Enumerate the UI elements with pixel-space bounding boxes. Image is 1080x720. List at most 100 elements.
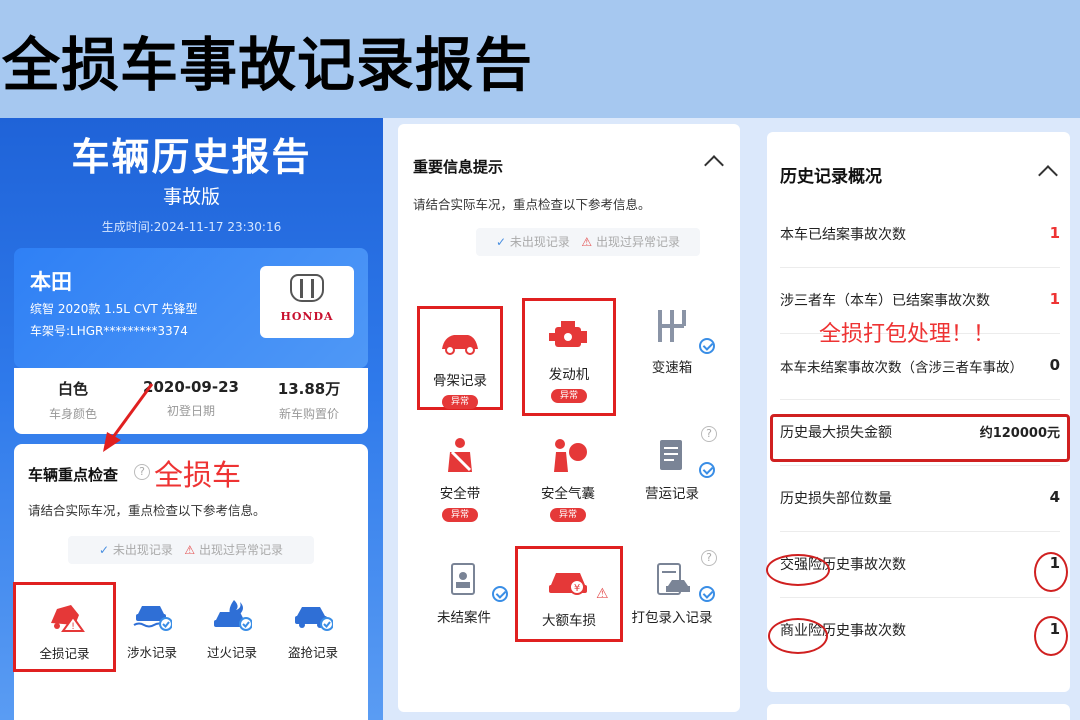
history-row-label: 本车未结案事故次数（含涉三者车事故） [780,360,1023,376]
help-icon[interactable]: ? [134,464,150,480]
package-record-icon [650,560,694,598]
tile-label: 变速箱 [651,360,693,376]
svg-text:!: ! [71,622,75,632]
history-row-value: 0 [1049,356,1060,374]
warning-triangle-icon: ⚠ [581,235,593,249]
check-circle-icon: ✓ [496,235,507,249]
chevron-up-icon[interactable] [1038,165,1058,185]
pending-case-icon [442,560,486,598]
history-row-label: 本车已结案事故次数 [780,227,906,243]
annotation-ellipse [766,554,830,586]
history-row-label: 历史损失部位数量 [780,491,892,507]
package-processing-annotation: 全损打包处理！！ [819,322,996,347]
vehicle-model: 缤智 2020款 1.5L CVT 先锋型 [30,302,198,316]
tile-label: 安全带 [439,486,481,502]
annotation-arrow-icon [103,383,154,452]
status-legend: ✓ 未出现记录 ⚠ 出现过异常记录 [476,228,700,256]
check-circle-icon [699,462,715,478]
tile-airbag[interactable]: 安全气囊 异常 [518,422,618,538]
car-frame-icon [438,323,482,361]
check-circle-icon [492,586,508,602]
vin-label: 车架号: [30,324,71,338]
vehicle-card: 本田 缤智 2020款 1.5L CVT 先锋型 车架号:LHGR*******… [14,248,368,368]
headline-banner: 全损车事故记录报告 [0,0,1080,118]
history-row-label: 涉三者车（本车）已结案事故次数 [780,293,990,309]
tile-label: 营运记录 [645,486,699,502]
key-check-item-flood[interactable]: 涉水记录 [112,584,192,670]
generated-label: 生成时间: [101,220,154,234]
key-check-item-label: 过火记录 [206,645,257,660]
key-check-item-label: 涉水记录 [126,645,177,660]
chevron-up-icon[interactable] [704,155,724,175]
warning-triangle-icon: ⚠ [184,543,196,557]
report-subtitle: 事故版 [162,186,220,208]
engine-icon [547,317,591,355]
tile-label: 安全气囊 [541,486,595,502]
clipboard-icon [650,436,694,474]
history-row: 历史损失部位数量 4 [780,466,1060,532]
max-loss-highlight [770,414,1070,462]
key-check-item-label: 盗抢记录 [287,645,338,660]
history-row-value: 4 [1049,488,1060,506]
report-generated-time: 生成时间:2024-11-17 23:30:16 [0,218,383,235]
key-check-item-label: 全损记录 [39,646,90,661]
help-icon[interactable]: ? [701,550,717,566]
history-row-value: 1 [1049,290,1060,308]
tile-label: 骨架记录 [433,373,487,389]
legend-warn-label: 出现过异常记录 [198,543,283,557]
annotation-ellipse [768,618,828,654]
key-check-item-fire[interactable]: 过火记录 [192,584,272,670]
vehicle-brand: 本田 [30,270,72,294]
tile-label: 未结案件 [437,610,491,626]
history-summary-card: 历史记录概况 本车已结案事故次数 1 涉三者车（本车）已结案事故次数 1 本车未… [767,132,1070,692]
tile-frame-record[interactable]: 骨架记录 异常 [417,306,503,410]
tile-label: 打包录入记录 [631,610,713,626]
key-check-item-theft[interactable]: 盗抢记录 [273,584,353,670]
warning-badge: 异常 [550,508,586,522]
help-icon[interactable]: ? [701,426,717,442]
total-loss-icon: ! [45,599,85,633]
key-check-description: 请结合实际车况，重点检查以下参考信息。 [28,503,266,518]
theft-car-icon [293,598,334,632]
next-card-edge [767,704,1070,720]
generated-value: 2024-11-17 23:30:16 [153,220,282,234]
annotation-ellipse [1034,616,1068,656]
car-damage-icon: ¥ [547,563,591,601]
gearbox-icon [650,306,694,344]
vehicle-vin: 车架号:LHGR*********3374 [30,322,188,339]
important-info-title: 重要信息提示 [413,158,504,176]
tile-seatbelt[interactable]: 安全带 异常 [410,422,510,538]
important-info-description: 请结合实际车况，重点检查以下参考信息。 [413,197,651,212]
total-loss-annotation: 全损车 [154,458,242,492]
report-title: 车辆历史报告 [71,135,312,179]
history-row-value: 1 [1049,224,1060,242]
check-circle-icon [699,338,715,354]
stat-new-price: 13.88万 新车购置价 [250,378,368,422]
warning-badge: 异常 [551,389,587,403]
airbag-icon [546,436,590,474]
history-row: 本车已结案事故次数 1 [780,202,1060,268]
warning-badge: 异常 [442,395,478,409]
honda-h-icon [290,274,324,302]
warning-badge: 异常 [442,508,478,522]
brand-logo: HONDA [260,266,354,338]
tile-gearbox[interactable]: 变速箱 [622,298,722,414]
headline-title: 全损车事故记录报告 [2,31,534,99]
vin-value: LHGR*********3374 [70,324,188,338]
annotation-ellipse [1034,552,1068,592]
key-check-item-total-loss[interactable]: ! 全损记录 [13,582,116,672]
history-title: 历史记录概况 [780,167,882,187]
key-check-title: 车辆重点检查 [28,466,119,484]
check-circle-icon: ✓ [99,543,110,557]
legend-warn-label: 出现过异常记录 [595,235,680,249]
warning-triangle-icon: ⚠ [596,586,609,602]
fire-car-icon [212,598,253,632]
seatbelt-icon [438,436,482,474]
tile-pending-case[interactable]: 未结案件 [414,546,514,662]
tile-engine[interactable]: 发动机 异常 [522,298,616,416]
legend-ok-label: 未出现记录 [112,543,173,557]
brand-logo-text: HONDA [280,310,334,323]
vehicle-stats: 白色 车身颜色 2020-09-23 初登日期 13.88万 新车购置价 [14,368,368,434]
svg-text:¥: ¥ [574,583,580,594]
tile-label: 发动机 [548,367,590,383]
